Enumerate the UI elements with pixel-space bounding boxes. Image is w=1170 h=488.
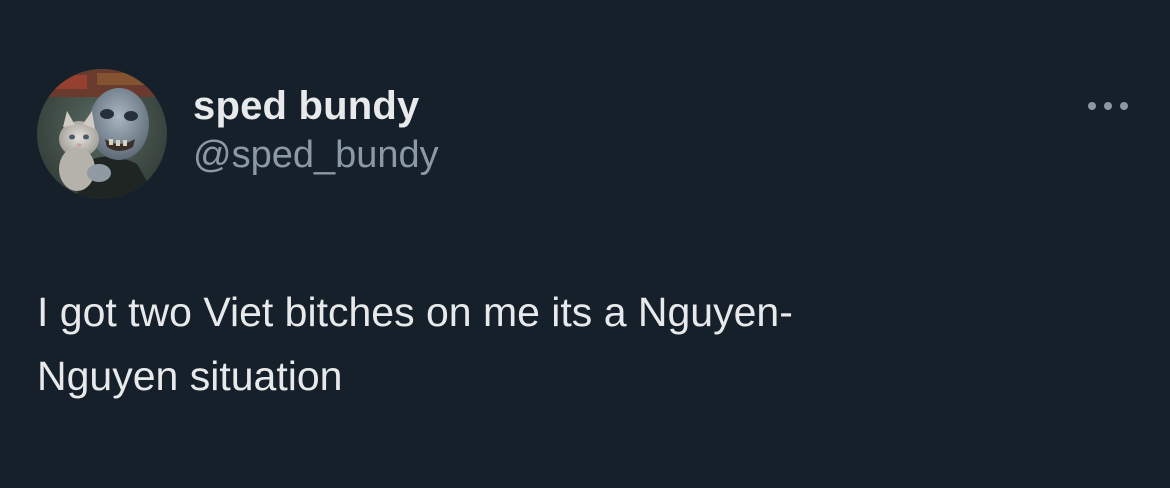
user-handle[interactable]: @sped_bundy [193, 133, 439, 177]
more-options-button[interactable] [1085, 96, 1131, 116]
tweet-card: sped bundy @sped_bundy I got two Viet bi… [0, 0, 1170, 488]
author-names: sped bundy @sped_bundy [193, 84, 439, 177]
display-name[interactable]: sped bundy [193, 84, 439, 128]
profile-photo-icon [37, 69, 167, 199]
ellipsis-icon [1088, 102, 1128, 110]
avatar[interactable] [37, 69, 167, 199]
tweet-text: I got two Viet bitches on me its a Nguye… [37, 289, 793, 399]
